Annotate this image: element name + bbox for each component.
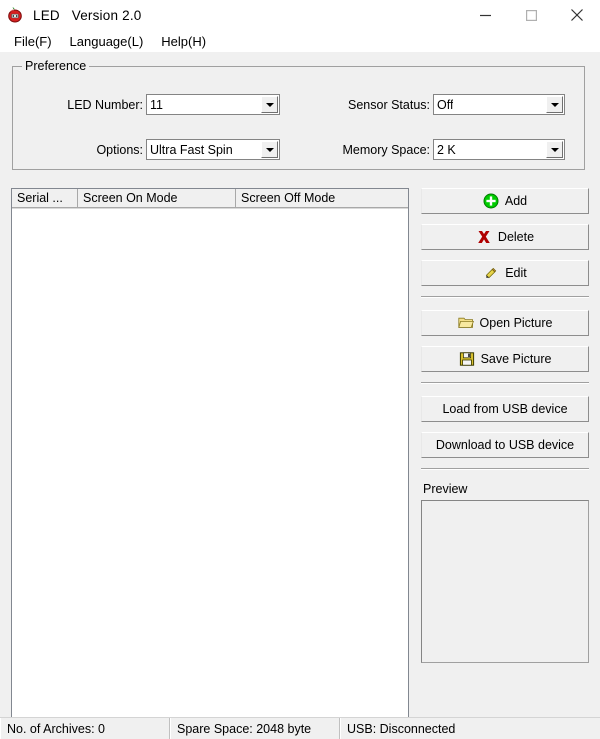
maximize-button[interactable] [508, 0, 554, 30]
field-led-number: LED Number: 11 [53, 94, 280, 115]
edit-button-label: Edit [505, 266, 527, 280]
archives-listview[interactable]: Serial ... Screen On Mode Screen Off Mod… [11, 188, 409, 739]
load-from-usb-button-label: Load from USB device [442, 402, 568, 416]
delete-button-label: Delete [497, 230, 535, 244]
preview-label: Preview [423, 482, 468, 496]
action-separator-1 [421, 296, 589, 298]
window-title: LED Version 2.0 [33, 8, 141, 23]
client-area: Preference LED Number: 11 Options: Ultra… [0, 52, 600, 739]
memory-space-label: Memory Space: [342, 142, 430, 157]
options-combobox[interactable]: Ultra Fast Spin [146, 139, 280, 160]
save-picture-button[interactable]: Save Picture [421, 346, 589, 372]
load-from-usb-button[interactable]: Load from USB device [421, 396, 589, 422]
plus-circle-icon [483, 193, 499, 209]
title-bar: LED Version 2.0 [0, 0, 600, 30]
chevron-down-icon[interactable] [546, 141, 563, 158]
chevron-down-icon[interactable] [546, 96, 563, 113]
apple-icon [6, 6, 24, 24]
field-sensor-status: Sensor Status: Off [338, 94, 565, 115]
pencil-icon [483, 265, 499, 281]
folder-open-icon [457, 315, 474, 331]
action-separator-3 [421, 468, 589, 470]
options-value: Ultra Fast Spin [150, 142, 233, 157]
minimize-button[interactable] [462, 0, 508, 30]
options-label: Options: [96, 142, 143, 157]
delete-button[interactable]: Delete [421, 224, 589, 250]
listview-header: Serial ... Screen On Mode Screen Off Mod… [12, 189, 408, 209]
status-usb-connection: USB: Disconnected [340, 718, 600, 739]
preference-groupbox: Preference LED Number: 11 Options: Ultra… [12, 59, 585, 170]
status-bar: No. of Archives: 0 Spare Space: 2048 byt… [0, 717, 600, 739]
sensor-status-value: Off [437, 97, 454, 112]
save-picture-button-label: Save Picture [480, 352, 552, 366]
led-number-combobox[interactable]: 11 [146, 94, 280, 115]
menu-bar: File(F) Language(L) Help(H) [0, 30, 600, 52]
download-to-usb-button-label: Download to USB device [435, 438, 575, 452]
x-mark-icon [476, 229, 492, 245]
field-memory-space: Memory Space: 2 K [338, 139, 565, 160]
add-button-label: Add [504, 194, 528, 208]
column-header-serial[interactable]: Serial ... [12, 189, 78, 208]
menu-file[interactable]: File(F) [6, 32, 60, 51]
status-archives-count: No. of Archives: 0 [0, 718, 170, 739]
edit-button[interactable]: Edit [421, 260, 589, 286]
chevron-down-icon[interactable] [261, 141, 278, 158]
field-options: Options: Ultra Fast Spin [53, 139, 280, 160]
column-header-screen-on-mode[interactable]: Screen On Mode [78, 189, 236, 208]
menu-help[interactable]: Help(H) [153, 32, 214, 51]
app-version-text: Version 2.0 [71, 7, 142, 23]
preview-area [421, 500, 589, 663]
listview-rows [12, 209, 408, 720]
chevron-down-icon[interactable] [261, 96, 278, 113]
sensor-status-combobox[interactable]: Off [433, 94, 565, 115]
led-number-value: 11 [150, 97, 163, 112]
app-name-text: LED [33, 7, 60, 23]
application-window: LED Version 2.0 File(F) Language(L) Help… [0, 0, 600, 739]
column-header-screen-off-mode[interactable]: Screen Off Mode [236, 189, 408, 208]
menu-language[interactable]: Language(L) [62, 32, 152, 51]
window-controls [462, 0, 600, 30]
open-picture-button[interactable]: Open Picture [421, 310, 589, 336]
action-panel: Add Delete Edit Open Picture Save Pictur… [421, 188, 589, 663]
led-number-label: LED Number: [67, 97, 143, 112]
memory-space-combobox[interactable]: 2 K [433, 139, 565, 160]
preference-group-title: Preference [22, 59, 90, 73]
add-button[interactable]: Add [421, 188, 589, 214]
open-picture-button-label: Open Picture [479, 316, 553, 330]
action-separator-2 [421, 382, 589, 384]
download-to-usb-button[interactable]: Download to USB device [421, 432, 589, 458]
close-button[interactable] [554, 0, 600, 30]
status-spare-space: Spare Space: 2048 byte [170, 718, 340, 739]
sensor-status-label: Sensor Status: [348, 97, 430, 112]
memory-space-value: 2 K [437, 142, 456, 157]
floppy-disk-icon [459, 351, 475, 367]
